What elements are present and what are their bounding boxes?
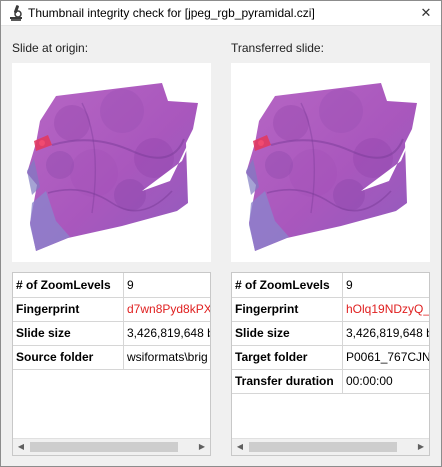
grid-value: wsiformats\brig bbox=[127, 350, 208, 364]
horizontal-scrollbar[interactable]: ◀ ▶ bbox=[13, 438, 210, 455]
grid-key: Slide size bbox=[13, 321, 124, 345]
grid-value: 3,426,819,648 by bbox=[127, 326, 211, 340]
scrollbar-thumb[interactable] bbox=[249, 442, 397, 452]
grid-row-source-folder: Source folder wsiformats\brig bbox=[13, 345, 210, 370]
title-bar: Thumbnail integrity check for [jpeg_rgb_… bbox=[1, 1, 441, 26]
fingerprint-value: d7wn8Pyd8kPX4 bbox=[127, 302, 211, 316]
grid-row-zoomlevels: # of ZoomLevels 9 bbox=[13, 273, 210, 298]
close-icon: ✕ bbox=[420, 5, 432, 20]
transferred-slide-thumbnail bbox=[231, 63, 430, 262]
grid-key: # of ZoomLevels bbox=[232, 273, 343, 297]
scroll-left-arrow-icon[interactable]: ◀ bbox=[13, 439, 29, 455]
grid-value: 9 bbox=[127, 278, 134, 292]
scroll-right-arrow-icon[interactable]: ▶ bbox=[413, 439, 429, 455]
grid-value: P0061_767CJN\ bbox=[346, 350, 430, 364]
grid-row-zoomlevels: # of ZoomLevels 9 bbox=[232, 273, 429, 298]
grid-row-target-folder: Target folder P0061_767CJN\ bbox=[232, 345, 429, 370]
grid-row-transfer-duration: Transfer duration 00:00:00 bbox=[232, 369, 429, 394]
grid-value: 00:00:00 bbox=[346, 374, 393, 388]
scroll-left-arrow-icon[interactable]: ◀ bbox=[232, 439, 248, 455]
microscope-icon bbox=[7, 4, 25, 22]
fingerprint-value: hOlq19NDzyQ_ bbox=[346, 302, 430, 316]
transfer-properties-grid[interactable]: # of ZoomLevels 9 Fingerprint hOlq19NDzy… bbox=[231, 272, 430, 456]
transferred-slide-label: Transferred slide: bbox=[231, 41, 324, 55]
grid-row-fingerprint: Fingerprint d7wn8Pyd8kPX4 bbox=[13, 297, 210, 322]
grid-value: 9 bbox=[346, 278, 353, 292]
close-button[interactable]: ✕ bbox=[415, 2, 437, 24]
grid-key: Target folder bbox=[232, 345, 343, 369]
grid-key: Source folder bbox=[13, 345, 124, 369]
scroll-right-arrow-icon[interactable]: ▶ bbox=[194, 439, 210, 455]
grid-key: Fingerprint bbox=[13, 297, 124, 321]
grid-key: Fingerprint bbox=[232, 297, 343, 321]
integrity-check-window: Thumbnail integrity check for [jpeg_rgb_… bbox=[0, 0, 442, 467]
grid-key: # of ZoomLevels bbox=[13, 273, 124, 297]
origin-slide-label: Slide at origin: bbox=[12, 41, 89, 55]
horizontal-scrollbar[interactable]: ◀ ▶ bbox=[232, 438, 429, 455]
grid-key: Slide size bbox=[232, 321, 343, 345]
origin-properties-grid[interactable]: # of ZoomLevels 9 Fingerprint d7wn8Pyd8k… bbox=[12, 272, 211, 456]
scrollbar-thumb[interactable] bbox=[30, 442, 178, 452]
grid-row-slide-size: Slide size 3,426,819,648 by bbox=[232, 321, 429, 346]
window-title: Thumbnail integrity check for [jpeg_rgb_… bbox=[28, 6, 315, 20]
grid-value: 3,426,819,648 by bbox=[346, 326, 430, 340]
grid-key: Transfer duration bbox=[232, 369, 343, 393]
grid-row-fingerprint: Fingerprint hOlq19NDzyQ_ bbox=[232, 297, 429, 322]
grid-row-slide-size: Slide size 3,426,819,648 by bbox=[13, 321, 210, 346]
origin-slide-thumbnail bbox=[12, 63, 211, 262]
